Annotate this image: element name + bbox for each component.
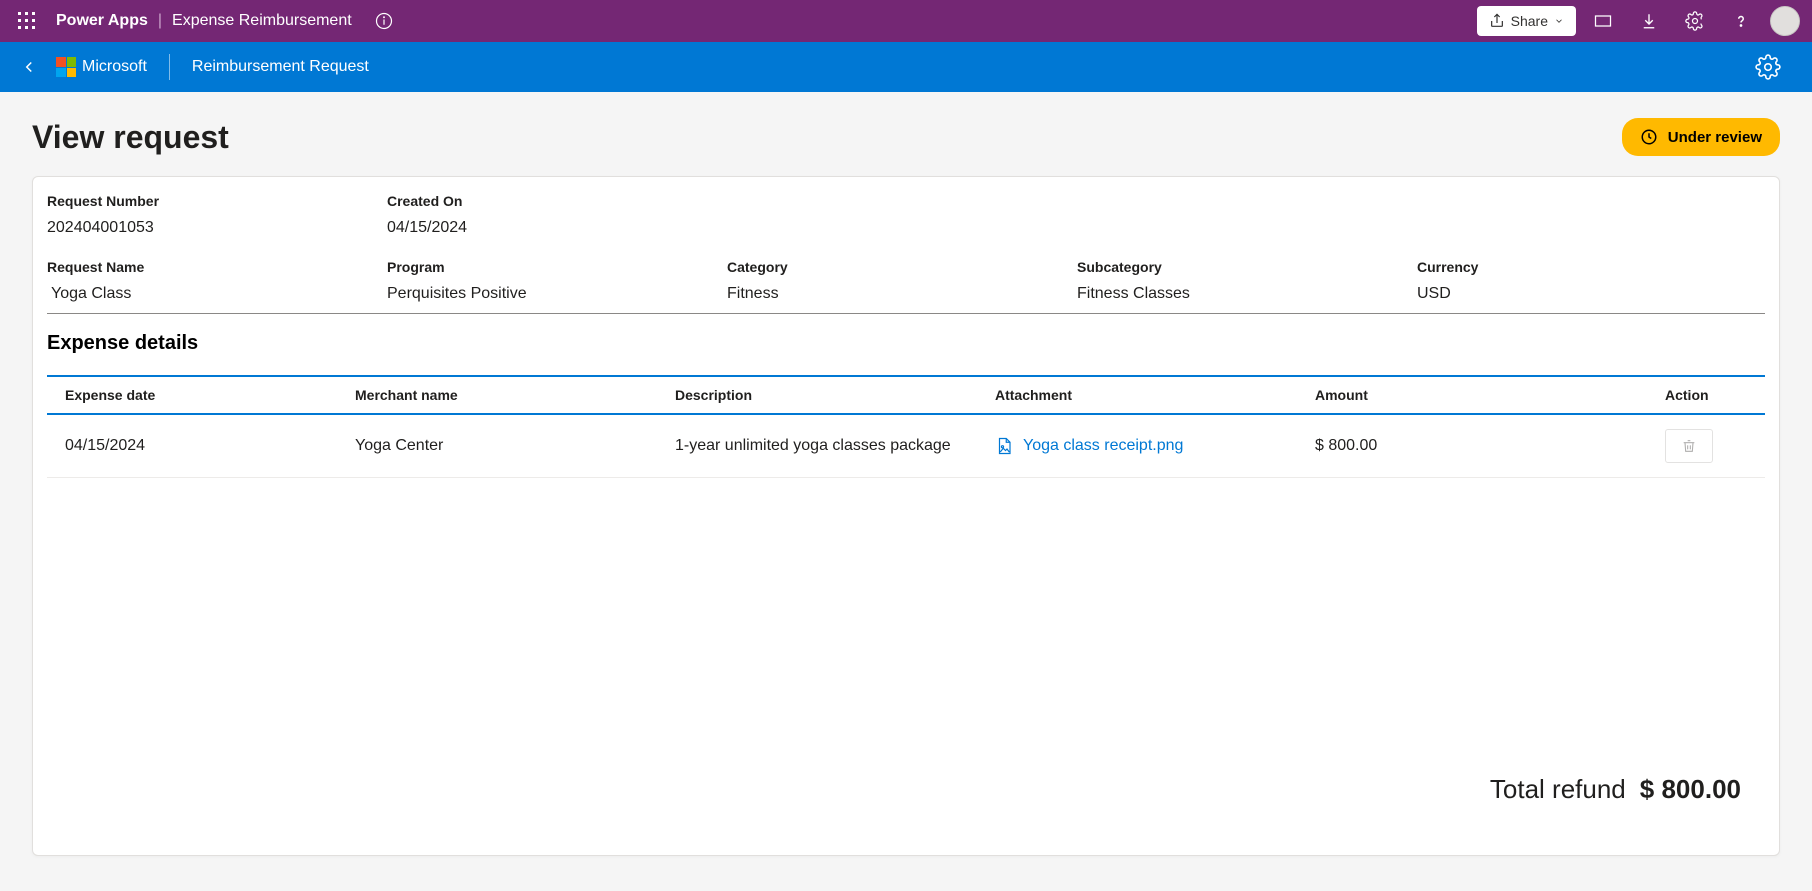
field-label: Request Number [47,193,387,209]
fit-screen-icon[interactable] [1584,2,1622,40]
field-request-name: Request Name Yoga Class [47,259,387,303]
status-badge: Under review [1622,118,1780,156]
trash-icon [1681,438,1697,454]
field-value: Perquisites Positive [387,285,727,303]
attachment-link[interactable]: Yoga class receipt.png [995,436,1315,456]
col-header-amount: Amount [1315,387,1635,403]
field-value: Fitness [727,285,1077,303]
col-header-action: Action [1635,387,1747,403]
content: View request Under review Request Number… [0,92,1812,856]
delete-button[interactable] [1665,429,1713,463]
chrome-app-name: Expense Reimbursement [172,12,352,30]
cell-desc: 1-year unlimited yoga classes package [675,437,995,455]
field-subcategory: Subcategory Fitness Classes [1077,259,1417,303]
field-request-number: Request Number 202404001053 [47,193,387,237]
header-divider [169,54,170,80]
col-header-desc: Description [675,387,995,403]
share-button[interactable]: Share [1477,6,1576,36]
cell-merchant: Yoga Center [355,437,675,455]
app-title: Reimbursement Request [192,58,1752,76]
field-program: Program Perquisites Positive [387,259,727,303]
col-header-attach: Attachment [995,387,1315,403]
total-label: Total refund [1490,774,1626,805]
chrome-bar: Power Apps | Expense Reimbursement Share [0,0,1812,42]
field-value: 04/15/2024 [387,219,727,237]
file-image-icon [995,436,1013,456]
request-card: Request Number 202404001053 Created On 0… [32,176,1780,856]
field-label: Category [727,259,1077,275]
status-text: Under review [1668,129,1762,146]
table-row: 04/15/2024 Yoga Center 1-year unlimited … [47,415,1765,478]
col-header-date: Expense date [65,387,355,403]
cell-date: 04/15/2024 [65,437,355,455]
help-icon[interactable] [1722,2,1760,40]
field-value: USD [1417,285,1765,303]
field-value: Yoga Class [47,285,387,303]
field-label: Program [387,259,727,275]
section-title-expense-details: Expense details [47,332,1765,355]
brand: Microsoft [56,57,147,77]
download-icon[interactable] [1630,2,1668,40]
col-header-merchant: Merchant name [355,387,675,403]
total-value: $ 800.00 [1640,774,1741,805]
field-category: Category Fitness [727,259,1077,303]
info-icon[interactable] [370,7,398,35]
chrome-separator: | [158,12,162,30]
clock-icon [1640,128,1658,146]
platform-name[interactable]: Power Apps [56,12,148,30]
avatar[interactable] [1770,6,1800,36]
expense-grid: Expense date Merchant name Description A… [47,375,1765,478]
page-title: View request [32,119,229,156]
field-value: Fitness Classes [1077,285,1417,303]
field-label: Subcategory [1077,259,1417,275]
field-label: Request Name [47,259,387,275]
attachment-name: Yoga class receipt.png [1023,437,1183,455]
brand-name: Microsoft [82,58,147,76]
field-created-on: Created On 04/15/2024 [387,193,727,237]
microsoft-logo-icon [56,57,76,77]
cell-amount: $ 800.00 [1315,437,1635,455]
field-value: 202404001053 [47,219,387,237]
settings-icon[interactable] [1676,2,1714,40]
back-button[interactable] [14,52,44,82]
app-launcher-icon[interactable] [8,2,46,40]
field-label: Created On [387,193,727,209]
field-currency: Currency USD [1417,259,1765,303]
grid-header: Expense date Merchant name Description A… [47,377,1765,415]
divider [47,313,1765,314]
app-header: Microsoft Reimbursement Request [0,42,1812,92]
app-settings-icon[interactable] [1752,51,1784,83]
total-refund: Total refund $ 800.00 [1490,774,1741,805]
field-label: Currency [1417,259,1765,275]
share-label: Share [1511,13,1548,29]
